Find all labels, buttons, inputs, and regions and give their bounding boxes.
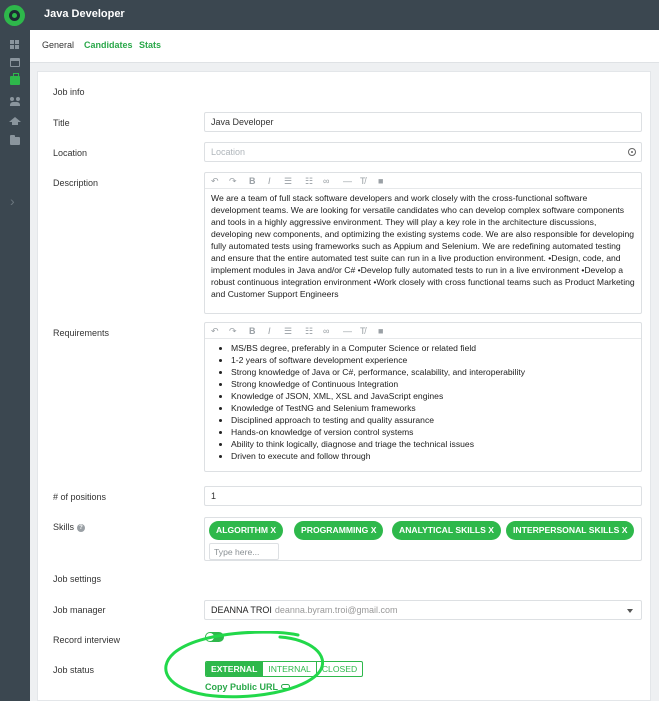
status-external-button[interactable]: EXTERNAL <box>206 662 264 676</box>
horizontal-rule-icon[interactable]: — <box>343 176 352 186</box>
skill-chip[interactable]: ANALYTICAL SKILLS X <box>392 521 502 540</box>
undo-icon[interactable]: ↶ <box>211 326 219 336</box>
status-segmented-control: EXTERNAL INTERNAL CLOSED <box>205 661 364 677</box>
description-editor[interactable]: ↶ ↷ B I ☰ ☷ ∞ — T̸ ■ We are a team of fu… <box>204 172 642 314</box>
list-item: Ability to think logically, diagnose and… <box>231 438 635 450</box>
requirements-list: MS/BS degree, preferably in a Computer S… <box>211 342 635 462</box>
section-job-settings: Job settings <box>53 574 102 584</box>
status-closed-button[interactable]: CLOSED <box>317 662 362 676</box>
location-input[interactable]: Location <box>204 142 642 162</box>
tab-general[interactable]: General <box>39 40 77 61</box>
positions-input[interactable]: 1 <box>204 486 642 506</box>
redo-icon[interactable]: ↷ <box>229 176 237 186</box>
people-icon[interactable] <box>10 97 20 106</box>
locate-icon[interactable] <box>628 148 636 156</box>
skills-field[interactable]: ALGORITHM X PROGRAMMING X ANALYTICAL SKI… <box>204 517 642 561</box>
expand-icon[interactable]: › <box>10 194 15 208</box>
bullet-list-icon[interactable]: ☰ <box>284 176 292 186</box>
italic-icon[interactable]: I <box>268 326 271 336</box>
skill-chip[interactable]: PROGRAMMING X <box>294 521 384 540</box>
requirements-label: Requirements <box>53 328 110 338</box>
numbered-list-icon[interactable]: ☷ <box>305 326 313 336</box>
tab-stats[interactable]: Stats <box>139 40 161 50</box>
link-icon[interactable]: ∞ <box>323 176 329 186</box>
clear-format-icon[interactable]: T̸ <box>360 326 366 336</box>
positions-label: # of positions <box>53 492 107 502</box>
calendar-icon[interactable] <box>10 58 20 67</box>
title-input[interactable]: Java Developer <box>204 112 642 132</box>
list-item: 1-2 years of software development experi… <box>231 354 635 366</box>
list-item: MS/BS degree, preferably in a Computer S… <box>231 342 635 354</box>
skill-chip[interactable]: INTERPERSONAL SKILLS X <box>506 521 635 540</box>
list-item: Driven to execute and follow through <box>231 450 635 462</box>
section-job-info: Job info <box>53 87 85 97</box>
manager-email: deanna.byram.troi@gmail.com <box>274 605 398 615</box>
link-icon[interactable]: ∞ <box>323 326 329 336</box>
numbered-list-icon[interactable]: ☷ <box>305 176 313 186</box>
record-toggle[interactable] <box>205 632 224 642</box>
skills-label: Skills? <box>53 522 86 532</box>
description-toolbar: ↶ ↷ B I ☰ ☷ ∞ — T̸ ■ <box>205 173 641 189</box>
description-text[interactable]: We are a team of full stack software dev… <box>205 189 641 303</box>
folder-icon[interactable] <box>10 135 20 145</box>
logo-icon[interactable] <box>4 5 25 26</box>
list-item: Hands-on knowledge of version control sy… <box>231 426 635 438</box>
bullet-list-icon[interactable]: ☰ <box>284 326 292 336</box>
italic-icon[interactable]: I <box>268 176 271 186</box>
skill-chip[interactable]: ALGORITHM X <box>209 521 284 540</box>
link-icon <box>281 684 291 689</box>
skills-input[interactable]: Type here... <box>209 543 279 560</box>
status-internal-button[interactable]: INTERNAL <box>263 662 317 676</box>
title-label: Title <box>53 118 70 128</box>
manager-name: DEANNA TROI <box>211 605 272 615</box>
requirements-toolbar: ↶ ↷ B I ☰ ☷ ∞ — T̸ ■ <box>205 323 641 339</box>
horizontal-rule-icon[interactable]: — <box>343 326 352 336</box>
record-label: Record interview <box>53 635 121 645</box>
tab-bar: General Candidates Stats <box>30 30 659 63</box>
top-bar: Java Developer ⌄ <box>30 0 659 30</box>
job-title-header[interactable]: Java Developer <box>44 8 125 20</box>
job-form-card: Job info Title Java Developer Location L… <box>37 71 651 701</box>
left-nav-rail: › <box>0 0 30 701</box>
list-item: Strong knowledge of Java or C#, performa… <box>231 366 635 378</box>
requirements-content[interactable]: MS/BS degree, preferably in a Computer S… <box>205 339 641 465</box>
dashboard-icon[interactable] <box>10 40 20 49</box>
jobs-icon[interactable] <box>10 73 20 85</box>
video-icon[interactable]: ■ <box>378 326 383 336</box>
chevron-down-icon[interactable] <box>627 609 633 613</box>
copy-public-url-link[interactable]: Copy Public URL <box>205 682 291 692</box>
list-item: Disciplined approach to testing and qual… <box>231 414 635 426</box>
chevron-down-icon[interactable]: ⌄ <box>117 10 124 19</box>
redo-icon[interactable]: ↷ <box>229 326 237 336</box>
education-icon[interactable] <box>9 117 21 125</box>
tab-candidates[interactable]: Candidates <box>84 40 133 50</box>
manager-label: Job manager <box>53 605 106 615</box>
manager-select[interactable]: DEANNA TROI deanna.byram.troi@gmail.com <box>204 600 642 620</box>
video-icon[interactable]: ■ <box>378 176 383 186</box>
bold-icon[interactable]: B <box>249 176 256 186</box>
help-icon[interactable]: ? <box>77 524 86 532</box>
skills-label-text: Skills <box>53 522 75 532</box>
list-item: Knowledge of TestNG and Selenium framewo… <box>231 402 635 414</box>
list-item: Knowledge of JSON, XML, XSL and JavaScri… <box>231 390 635 402</box>
undo-icon[interactable]: ↶ <box>211 176 219 186</box>
status-label: Job status <box>53 665 95 675</box>
requirements-editor[interactable]: ↶ ↷ B I ☰ ☷ ∞ — T̸ ■ MS/BS degree, prefe… <box>204 322 642 472</box>
list-item: Strong knowledge of Continuous Integrati… <box>231 378 635 390</box>
description-label: Description <box>53 178 99 188</box>
location-placeholder: Location <box>211 147 246 157</box>
location-label: Location <box>53 148 88 158</box>
copy-url-text: Copy Public URL <box>205 682 279 692</box>
clear-format-icon[interactable]: T̸ <box>360 176 366 186</box>
bold-icon[interactable]: B <box>249 326 256 336</box>
